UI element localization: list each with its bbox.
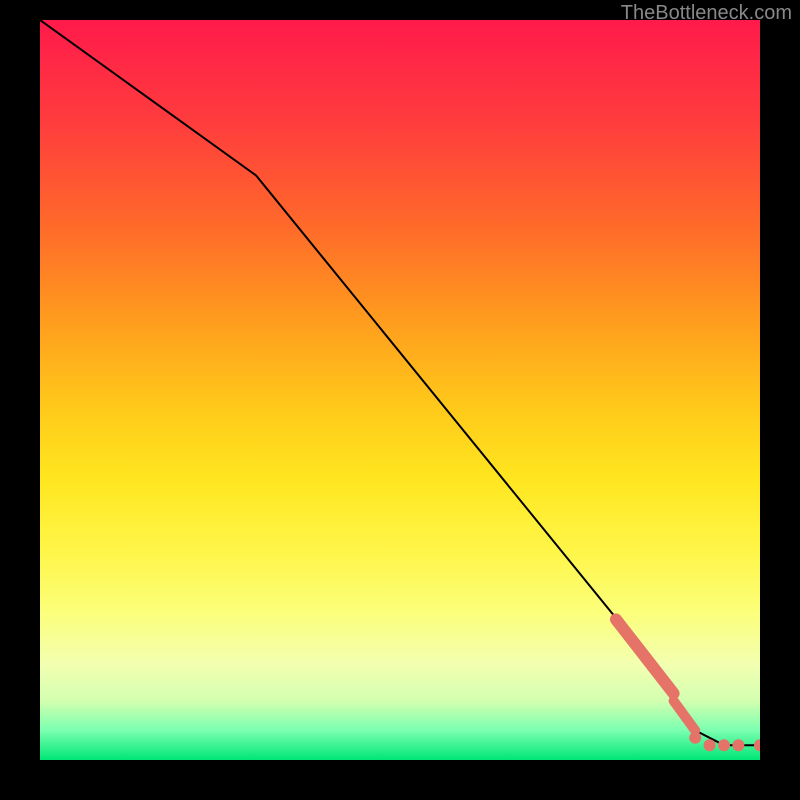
- marker-run: [616, 619, 674, 693]
- watermark: TheBottleneck.com: [621, 2, 792, 25]
- chart-overlay: [40, 20, 760, 760]
- marker-dot: [689, 732, 701, 744]
- marker-dot: [732, 739, 744, 751]
- marker-dot: [718, 739, 730, 751]
- marker-run: [674, 701, 696, 731]
- marker-dot: [754, 739, 760, 751]
- marker-dot: [704, 739, 716, 751]
- curve: [40, 20, 760, 745]
- chart-container: TheBottleneck.com: [0, 0, 800, 800]
